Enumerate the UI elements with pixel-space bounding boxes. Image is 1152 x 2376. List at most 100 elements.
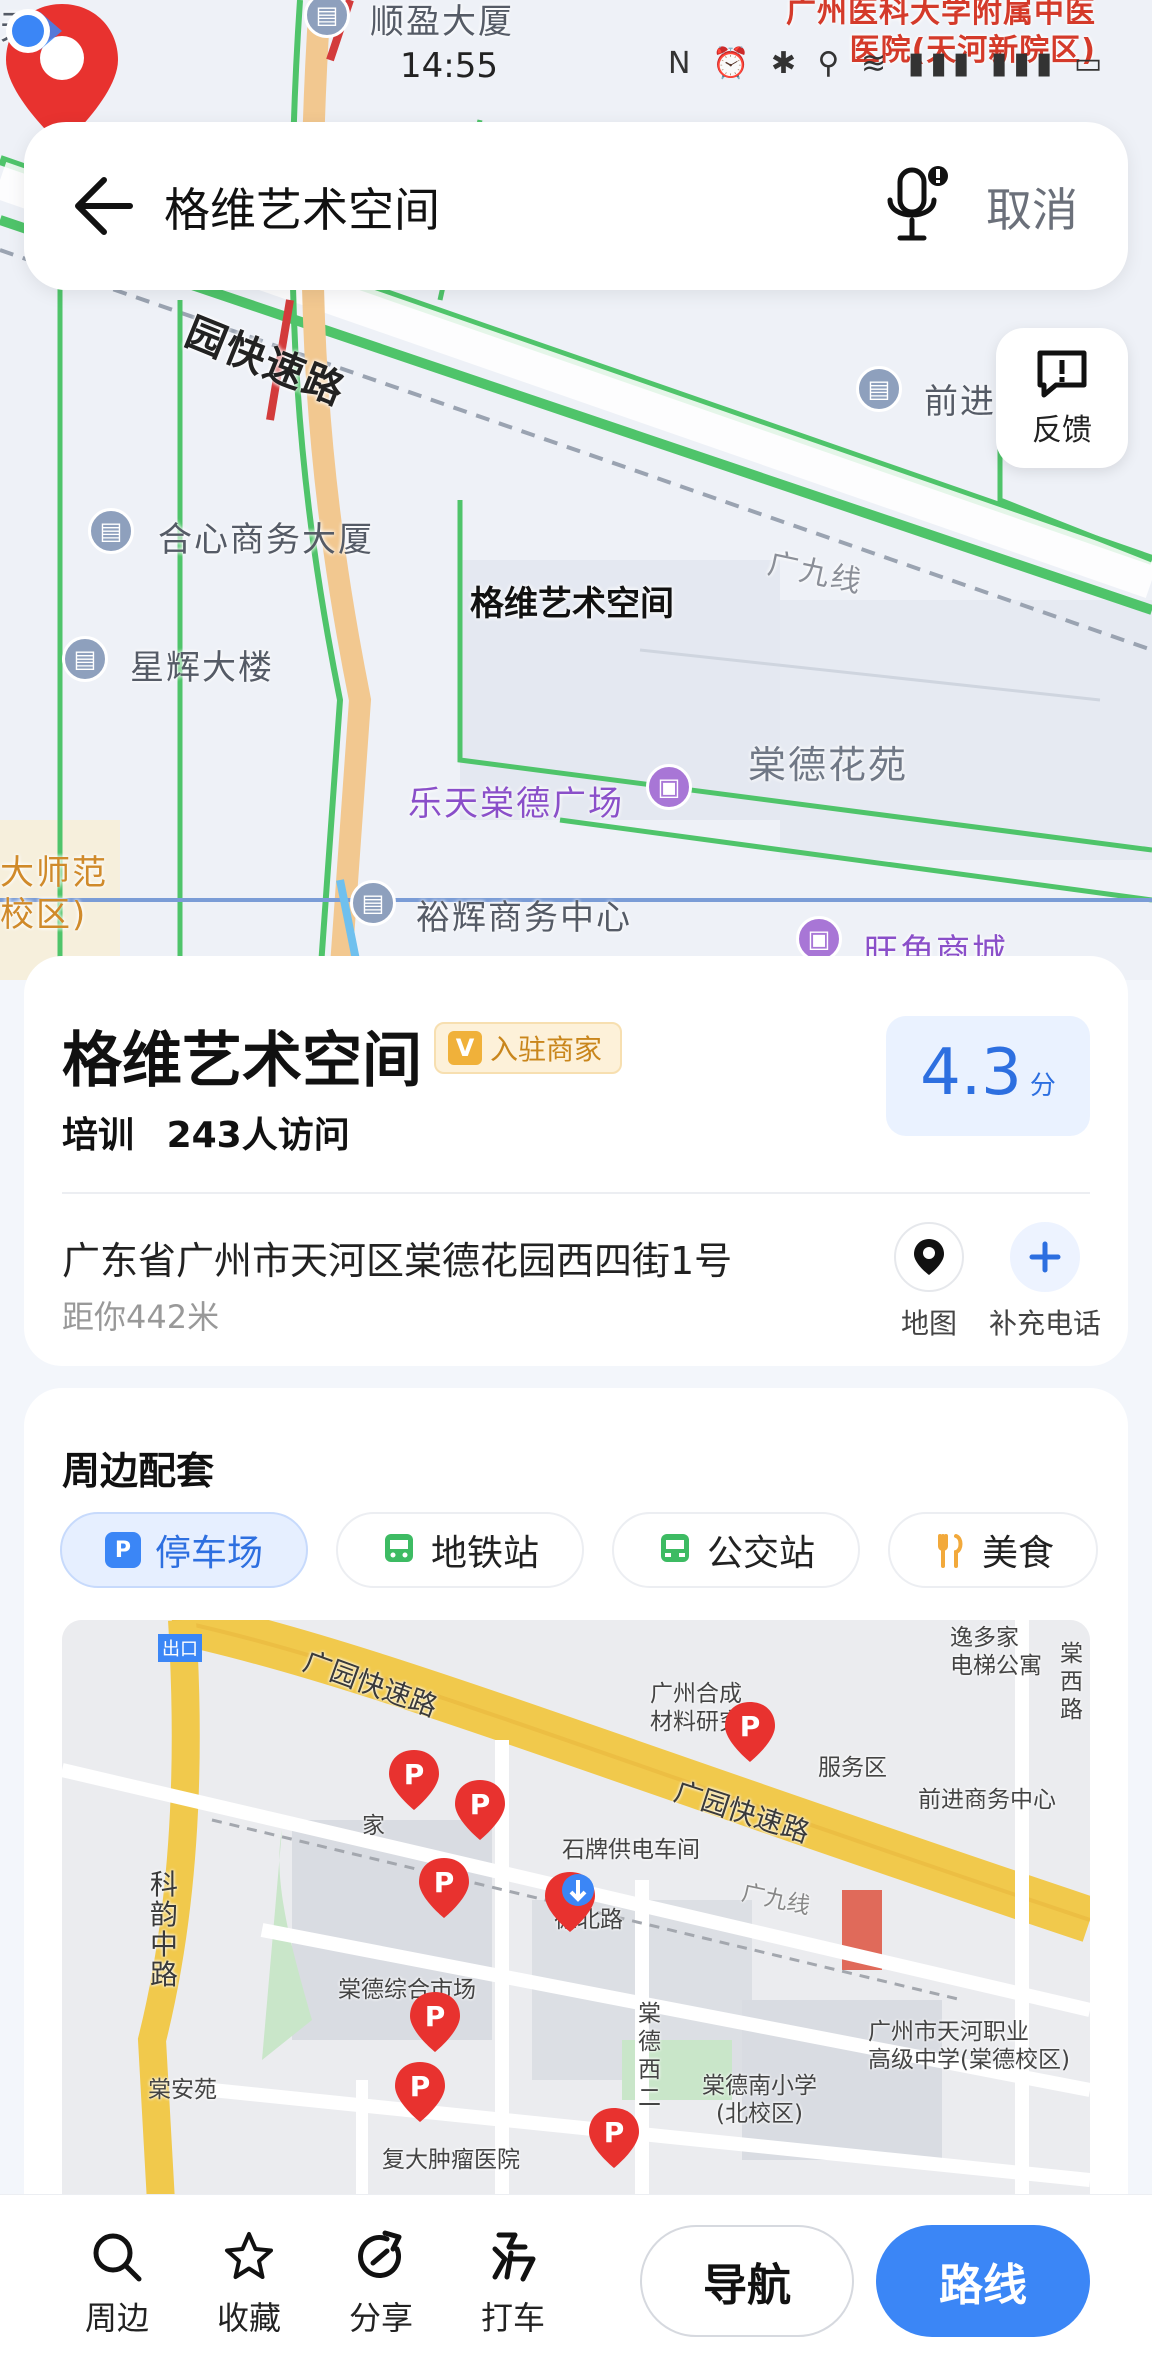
rating-box[interactable]: 4.3 分: [886, 1016, 1090, 1136]
parking-pin-icon[interactable]: P: [722, 1700, 778, 1764]
label-fudan-hospital: 复大肿瘤医院: [382, 2147, 520, 2173]
tab-taxi[interactable]: 打车: [458, 2229, 568, 2339]
search-icon: [93, 2233, 142, 2282]
merchant-v-icon: V: [448, 1031, 482, 1065]
svg-text:P: P: [604, 2116, 625, 2149]
chip-bus[interactable]: 公交站: [612, 1512, 860, 1588]
my-location-icon: [6, 9, 62, 53]
search-input[interactable]: 格维艺术空间: [164, 174, 440, 240]
feedback-icon: [1037, 350, 1087, 398]
label-tangxi-2: 棠 德 西 二: [638, 2001, 661, 2111]
map-label-normal-univ: 大师范 校区): [0, 853, 108, 935]
taxi-icon: [492, 2232, 536, 2282]
place-name: 格维艺术空间: [62, 1026, 422, 1096]
rating-unit: 分: [1029, 1071, 1056, 1101]
chip-bus-label: 公交站: [706, 1533, 815, 1574]
destination-pin-icon[interactable]: [542, 1870, 598, 1934]
cancel-button[interactable]: 取消: [986, 174, 1078, 240]
chip-subway[interactable]: 地铁站: [336, 1512, 584, 1588]
food-icon: [937, 1534, 963, 1568]
label-tangan: 棠安苑: [148, 2077, 217, 2103]
tab-nearby[interactable]: 周边: [62, 2229, 172, 2339]
svg-text:P: P: [425, 2000, 446, 2033]
place-distance: 距你442米: [62, 1298, 220, 1336]
place-meta: 培训 243人访问: [62, 1106, 350, 1158]
svg-text:P: P: [470, 1788, 491, 1821]
map-label-hexin: 合心商务大厦: [158, 520, 374, 560]
search-bar[interactable]: 格维艺术空间 取消: [24, 122, 1128, 290]
route-button[interactable]: 路线: [876, 2225, 1090, 2337]
place-category: 培训: [62, 1115, 135, 1156]
parking-pin-icon[interactable]: P: [586, 2106, 642, 2170]
exit-label: 出口: [158, 1634, 202, 1662]
label-primary-school: 棠德南小学 (北校区): [702, 2073, 817, 2127]
label-tangxi-road: 棠 西 路: [1060, 1641, 1083, 1723]
status-time: 14:55: [400, 46, 498, 86]
feedback-button[interactable]: 反馈: [996, 328, 1128, 468]
place-card: 格维艺术空间 V 入驻商家 培训 243人访问 4.3 分 广东省广州市天河区棠…: [24, 956, 1128, 1366]
tab-favorite-label: 收藏: [216, 2299, 281, 2337]
parking-icon: P: [104, 1532, 141, 1568]
tab-share[interactable]: 分享: [326, 2229, 436, 2339]
star-icon: [225, 2232, 273, 2279]
svg-text:P: P: [740, 1710, 761, 1743]
map-action-button[interactable]: 地图: [874, 1222, 984, 1342]
label-shipai: 石牌供电车间: [562, 1837, 700, 1863]
building-icon: ▤: [350, 880, 396, 926]
map-label-lotte: 乐天棠德广场: [408, 784, 624, 824]
place-address: 广东省广州市天河区棠德花园西四街1号: [62, 1239, 733, 1283]
subway-icon: [384, 1534, 413, 1562]
microphone-icon[interactable]: [884, 164, 950, 248]
add-phone-button[interactable]: 补充电话: [989, 1222, 1102, 1342]
tab-nearby-label: 周边: [84, 2299, 149, 2337]
label-elevator: 逸多家 电梯公寓: [950, 1625, 1042, 1679]
parking-pin-icon[interactable]: P: [416, 1856, 472, 1920]
map-pin-icon: [914, 1239, 944, 1275]
map-marker-label: 格维艺术空间: [470, 584, 674, 624]
parking-pin-icon[interactable]: P: [386, 1748, 442, 1812]
map-label-shunying: 顺盈大厦: [370, 2, 514, 42]
svg-text:P: P: [404, 1758, 425, 1791]
svg-text:P: P: [410, 2070, 431, 2103]
card-divider: [62, 1192, 1090, 1194]
tab-favorite[interactable]: 收藏: [194, 2229, 304, 2339]
parking-pin-icon[interactable]: P: [407, 1990, 463, 2054]
navigation-button[interactable]: 导航: [640, 2225, 854, 2337]
parking-pin-icon[interactable]: P: [452, 1778, 508, 1842]
svg-text:P: P: [434, 1866, 455, 1899]
chip-parking[interactable]: P 停车场: [60, 1512, 308, 1588]
label-jia: 家: [362, 1813, 385, 1839]
chip-subway-label: 地铁站: [430, 1533, 539, 1574]
merchant-badge-label: 入驻商家: [490, 1033, 603, 1066]
chip-food-label: 美食: [981, 1533, 1054, 1574]
status-icons: N ⏰ ✱ ⚲ ≋ ▮▮▮ ▮▮▮ ▭: [668, 46, 1109, 81]
chip-food[interactable]: 美食: [888, 1512, 1098, 1588]
label-service-area: 服务区: [818, 1755, 887, 1781]
map-label-xinghui: 星辉大楼: [130, 648, 274, 688]
map-label-qianjin: 前进: [924, 382, 996, 422]
label-qianjin: 前进商务中心: [918, 1787, 1056, 1813]
rating-score: 4.3: [920, 1036, 1022, 1110]
chip-parking-label: 停车场: [154, 1533, 263, 1574]
building-icon: ▤: [62, 636, 108, 682]
add-phone-label: 补充电话: [989, 1307, 1102, 1340]
nearby-title: 周边配套: [62, 1449, 215, 1493]
share-icon: [358, 2230, 402, 2278]
bottom-bar: 周边 收藏 分享 打车 导航 路线: [0, 2194, 1152, 2376]
place-visits: 243人访问: [166, 1115, 350, 1156]
bus-icon: [660, 1534, 689, 1562]
tab-share-label: 分享: [348, 2299, 413, 2337]
tab-taxi-label: 打车: [480, 2299, 545, 2337]
road-label-kecun: 科 韵 中 路: [150, 1868, 179, 1991]
label-vocational-school: 广州市天河职业 高级中学(棠德校区): [868, 2019, 1070, 2073]
building-icon: ▤: [856, 366, 902, 412]
plus-icon: [1029, 1241, 1061, 1273]
merchant-badge[interactable]: V 入驻商家: [434, 1022, 623, 1074]
back-arrow-icon[interactable]: [64, 168, 140, 244]
feedback-label: 反馈: [1032, 413, 1092, 448]
map-label-yuhui: 裕辉商务中心: [416, 898, 632, 938]
shopping-bag-icon: ▣: [646, 764, 692, 810]
building-icon: ▤: [88, 508, 134, 554]
parking-pin-icon[interactable]: P: [392, 2060, 448, 2124]
map-label-tangde-garden: 棠德花苑: [748, 743, 909, 787]
